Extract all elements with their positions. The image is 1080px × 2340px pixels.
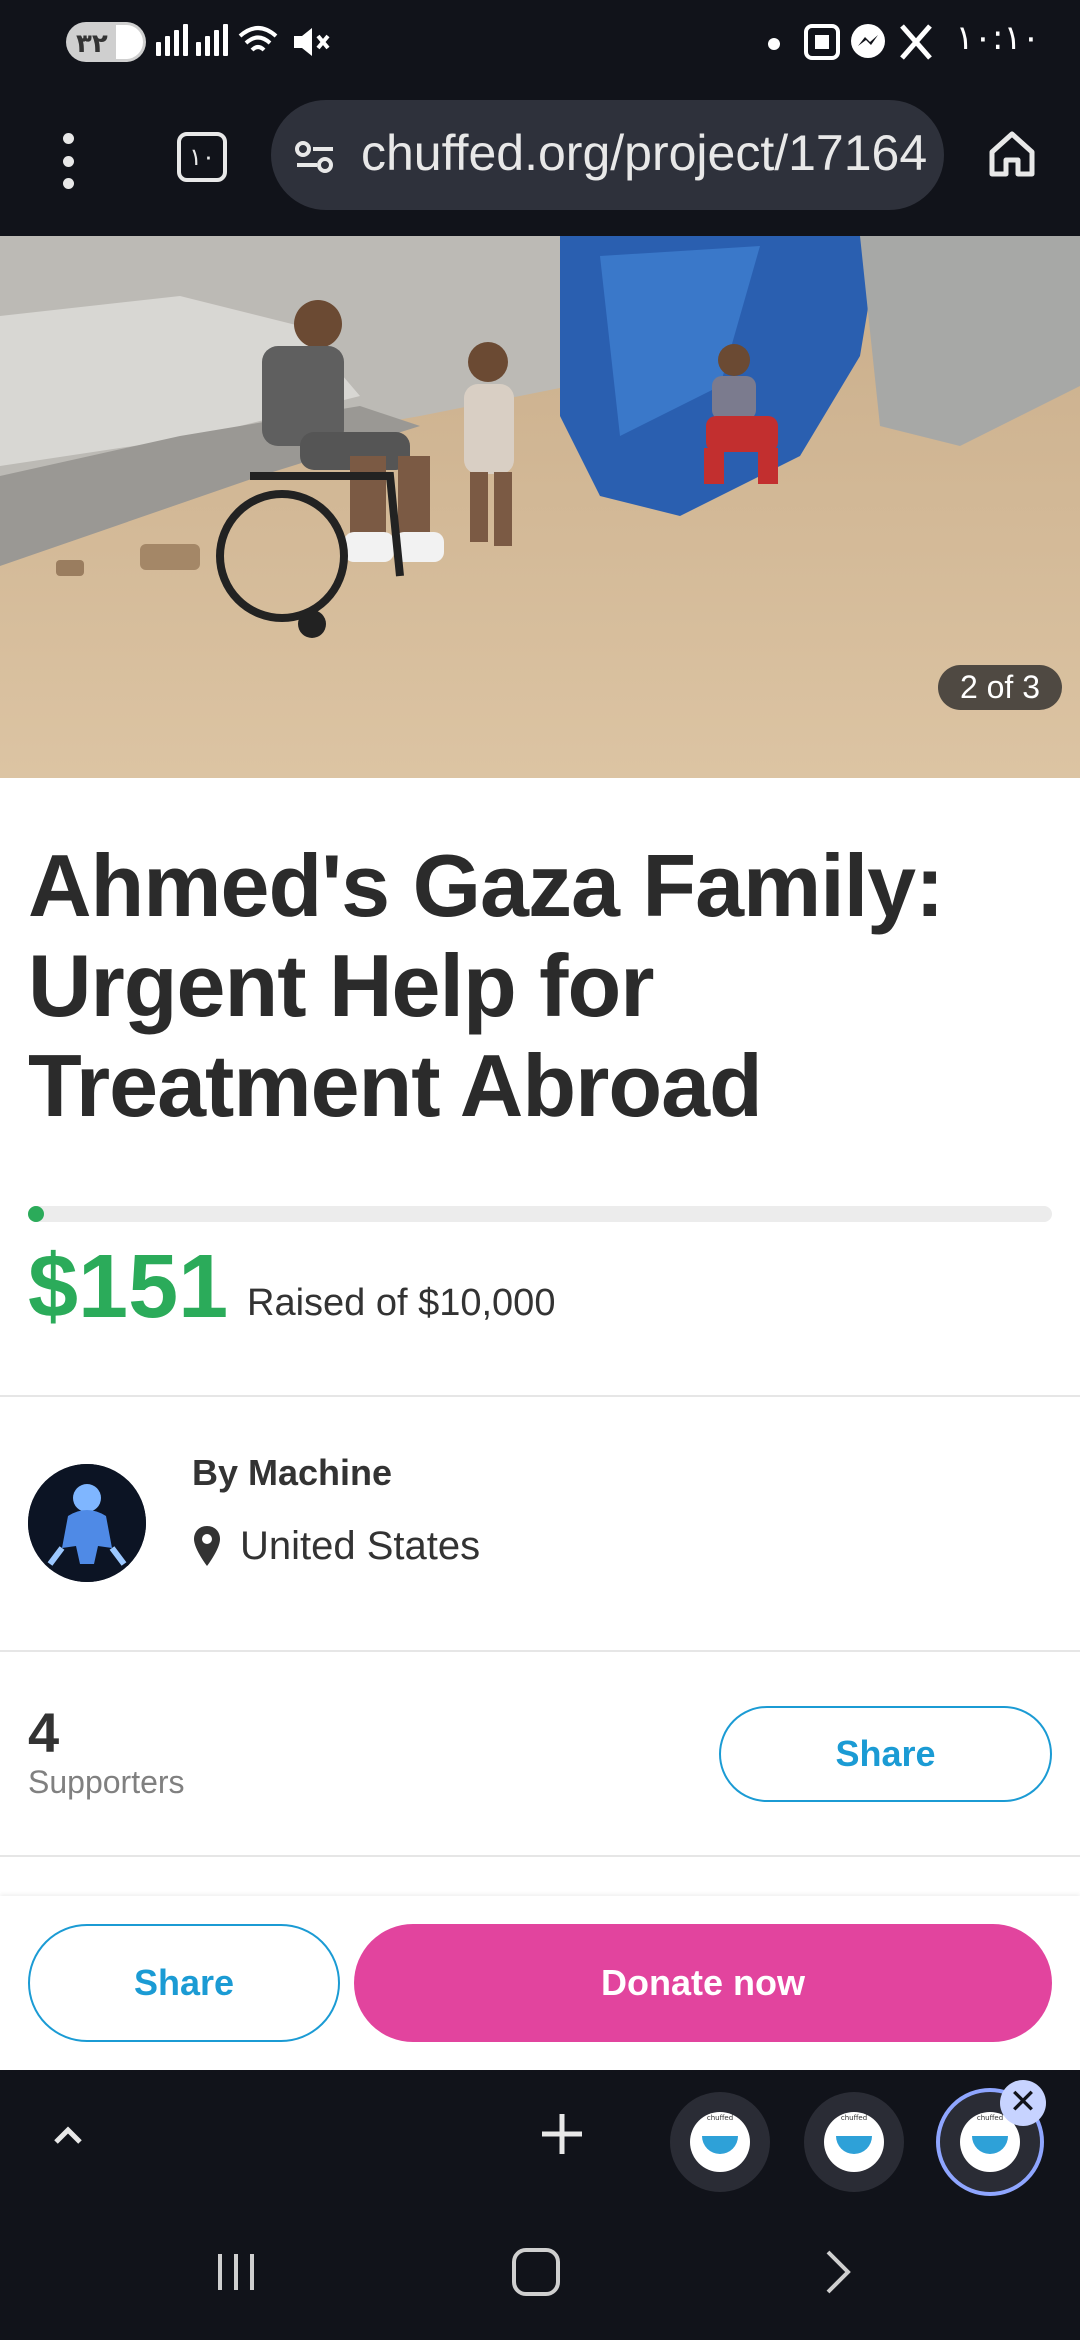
divider bbox=[0, 1855, 1080, 1857]
chevron-up-icon[interactable] bbox=[48, 2114, 88, 2154]
share-button-sticky[interactable]: Share bbox=[28, 1924, 340, 2042]
status-bar: ٣٢ ١٠:١٠ bbox=[0, 0, 1080, 86]
signal-icon-2 bbox=[196, 22, 228, 56]
mute-icon bbox=[294, 28, 330, 56]
tab-switcher-button[interactable]: ١٠ bbox=[177, 132, 227, 182]
home-icon[interactable] bbox=[984, 126, 1040, 182]
campaign-image[interactable]: 2 of 3 bbox=[0, 236, 1080, 778]
raised-amount: $151 bbox=[28, 1237, 229, 1337]
x-app-icon bbox=[900, 24, 932, 60]
wifi-icon bbox=[238, 26, 278, 52]
image-counter: 2 of 3 bbox=[937, 665, 1062, 710]
url-text: chuffed.org/project/17164 bbox=[361, 125, 928, 181]
campaign-title: Ahmed's Gaza Family: Urgent Help for Tre… bbox=[28, 836, 944, 1135]
share-button[interactable]: Share bbox=[719, 1706, 1052, 1802]
organizer-location: United States bbox=[240, 1524, 481, 1568]
divider bbox=[0, 1395, 1080, 1397]
robot-avatar-image bbox=[28, 1464, 146, 1582]
organizer-avatar[interactable] bbox=[28, 1464, 146, 1582]
donate-now-button[interactable]: Donate now bbox=[354, 1924, 1052, 2042]
notification-dot bbox=[768, 38, 780, 50]
divider bbox=[0, 1650, 1080, 1652]
progress-fill bbox=[28, 1206, 44, 1222]
system-navigation-bar bbox=[0, 2200, 1080, 2340]
location-pin-icon bbox=[194, 1526, 220, 1566]
recent-apps-icon[interactable] bbox=[212, 2250, 260, 2294]
battery-level: ٣٢ bbox=[76, 28, 108, 58]
back-nav-icon[interactable] bbox=[822, 2246, 854, 2298]
home-nav-icon[interactable] bbox=[512, 2248, 560, 2296]
battery-indicator: ٣٢ bbox=[66, 22, 146, 62]
progress-bar bbox=[28, 1206, 1052, 1222]
messenger-icon bbox=[851, 24, 885, 58]
tab-thumbnail[interactable]: chuffed bbox=[804, 2092, 904, 2192]
organizer-name[interactable]: By Machine bbox=[192, 1452, 392, 1494]
sticky-action-bar: Share Donate now bbox=[0, 1896, 1080, 2070]
clock: ١٠:١٠ bbox=[955, 18, 1040, 58]
screenshot-icon bbox=[804, 24, 840, 60]
address-bar[interactable]: chuffed.org/project/17164 bbox=[271, 100, 944, 210]
supporters-label: Supporters bbox=[28, 1764, 185, 1800]
tab-thumbnail[interactable]: chuffed bbox=[670, 2092, 770, 2192]
more-menu-icon[interactable] bbox=[60, 133, 76, 189]
new-tab-plus-icon[interactable] bbox=[534, 2106, 590, 2162]
raised-goal-text: Raised of $10,000 bbox=[247, 1282, 556, 1324]
browser-toolbar: ١٠ chuffed.org/project/17164 bbox=[0, 86, 1080, 236]
signal-icon bbox=[156, 22, 188, 56]
site-settings-icon[interactable] bbox=[293, 135, 337, 179]
browser-bottom-bar: chuffed chuffed chuffed ✕ bbox=[0, 2070, 1080, 2200]
photo-illustration bbox=[0, 236, 1080, 778]
close-tab-icon[interactable]: ✕ bbox=[1000, 2080, 1046, 2126]
supporters-count: 4 bbox=[28, 1701, 60, 1764]
